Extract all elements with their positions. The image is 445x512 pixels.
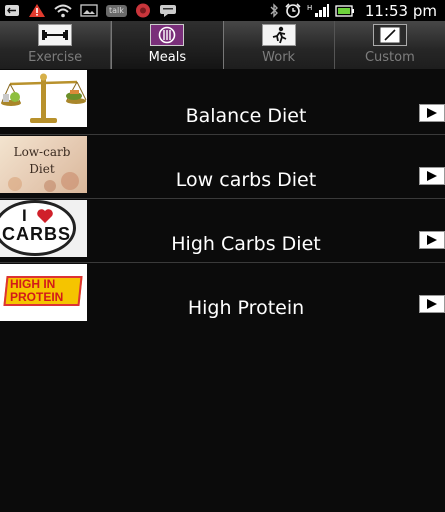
low-carb-image-text: Low-carb Diet [13,145,71,176]
item-label: High Carbs Diet [171,233,321,255]
tab-custom-label: Custom [364,50,415,65]
i-love-carbs-image: I CARBS [0,200,87,257]
tab-custom[interactable]: Custom [335,21,445,69]
i-love-carbs-text-carbs: CARBS [2,224,72,244]
high-in-protein-text-2: PROTEIN [10,290,64,304]
notification-icons: talk [0,3,177,18]
diet-list: Balance Diet Low-carb Diet Low carbs Die… [0,69,445,327]
edit-icon [372,24,407,46]
battery-icon [335,4,355,17]
running-man-icon [261,24,296,46]
i-love-carbs-text-i: I [22,206,27,225]
tab-work[interactable]: Work [224,21,335,69]
item-label: Balance Diet [185,105,307,127]
dumbbell-icon [38,24,73,46]
music-icon [135,3,151,18]
play-arrow-icon[interactable] [419,167,445,185]
list-item-low-carbs-diet[interactable]: Low-carb Diet Low carbs Diet [0,135,445,199]
clock-time: 11:53 pm [364,1,437,20]
tab-exercise[interactable]: Exercise [0,21,112,69]
list-item-balance-diet[interactable]: Balance Diet [0,69,445,135]
warning-icon [28,3,46,18]
plate-icon [150,24,185,46]
tab-exercise-label: Exercise [28,50,83,65]
usb-icon [4,4,20,17]
play-arrow-icon[interactable] [419,295,445,313]
status-bar: talk H 11:53 pm [0,0,445,21]
item-label: Low carbs Diet [175,169,317,191]
alarm-icon [285,3,301,18]
item-label: High Protein [187,297,305,319]
tab-meals[interactable]: Meals [111,21,224,69]
tab-work-label: Work [262,50,296,65]
talk-icon: talk [106,4,127,17]
tab-meals-label: Meals [148,50,187,65]
bluetooth-icon [269,3,279,18]
play-arrow-icon[interactable] [419,104,445,122]
high-in-protein-text-1: HIGH IN [10,277,56,291]
tab-bar: Exercise Meals Work Custom [0,21,445,69]
signal-icon: H [307,3,329,18]
low-carb-image: Low-carb Diet [0,136,87,193]
list-item-high-carbs-diet[interactable]: I CARBS High Carbs Diet [0,199,445,263]
sms-icon [159,4,177,17]
high-in-protein-image: HIGH IN PROTEIN [0,264,87,321]
gallery-icon [80,4,98,17]
svg-text:H: H [307,4,312,12]
system-icons: H 11:53 pm [269,2,445,20]
wifi-icon [54,4,72,18]
list-item-high-protein[interactable]: HIGH IN PROTEIN High Protein [0,263,445,327]
balance-scale-image [0,70,87,127]
play-arrow-icon[interactable] [419,231,445,249]
